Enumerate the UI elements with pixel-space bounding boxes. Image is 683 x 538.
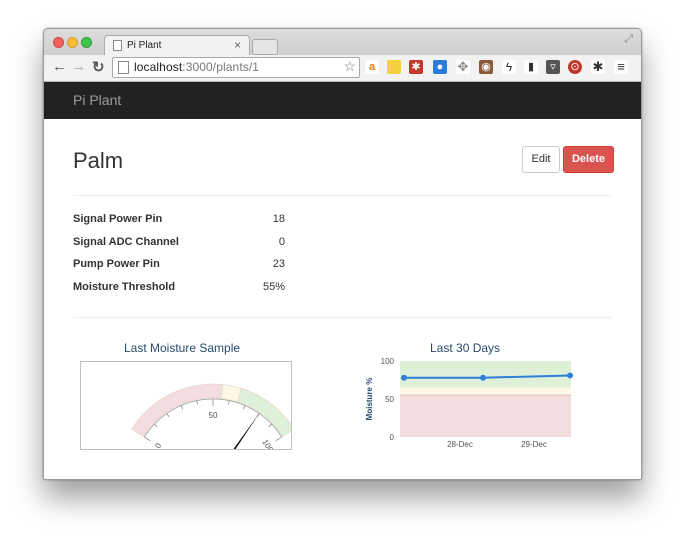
browser-tab[interactable]: Pi Plant ×	[104, 35, 250, 56]
page-icon	[118, 61, 129, 74]
url-text: localhost:3000/plants/1	[134, 60, 259, 74]
gauge-needle	[211, 411, 261, 479]
profile-extension-icon[interactable]: ●	[433, 60, 447, 74]
gauge-tick	[275, 436, 282, 442]
bolt-extension-icon[interactable]: ϟ	[502, 60, 516, 74]
y-tick-label: 100	[381, 357, 395, 366]
x-tick-label: 28-Dec	[447, 440, 473, 449]
minimize-window-button[interactable]	[67, 37, 78, 48]
browser-window: Pi Plant × ⤢ ← → ↻ localhost:3000/plants…	[43, 28, 642, 480]
field-label: Signal ADC Channel	[73, 236, 179, 248]
asterisk-extension-icon[interactable]: ✱	[409, 60, 423, 74]
field-label: Signal Power Pin	[73, 213, 163, 225]
delete-button[interactable]: Delete	[563, 146, 614, 173]
page-icon	[113, 40, 122, 51]
gauge-band	[237, 388, 295, 437]
gauge-svg: 0 50 100	[131, 383, 295, 479]
address-bar[interactable]: localhost:3000/plants/1 ☆	[112, 57, 360, 78]
data-point	[480, 374, 486, 381]
y-tick-label: 0	[390, 433, 395, 442]
fullscreen-icon[interactable]: ⤢	[624, 33, 633, 46]
field-label: Moisture Threshold	[73, 281, 176, 293]
data-point	[567, 372, 573, 379]
chart-band	[400, 361, 571, 388]
gauge-tick	[242, 405, 246, 410]
stop-extension-icon[interactable]: ⊙	[568, 60, 582, 74]
gauge-label: 0	[153, 441, 163, 449]
edit-button[interactable]: Edit	[522, 146, 560, 173]
field-row: Pump Power Pin 23	[73, 258, 285, 274]
page-title: Palm	[73, 148, 124, 173]
chart-band	[400, 395, 571, 437]
zoom-window-button[interactable]	[81, 37, 92, 48]
gauge-label: 50	[209, 411, 218, 420]
url-path: :3000/plants/1	[182, 60, 260, 74]
app-navbar: Pi Plant	[44, 82, 641, 119]
settings-gear-icon[interactable]: ✱	[591, 60, 605, 74]
amazon-extension-icon[interactable]: a	[365, 60, 379, 74]
gauge-tick	[180, 405, 184, 410]
data-point	[401, 374, 407, 381]
gauge-tick	[228, 400, 230, 405]
gauge-tick	[196, 400, 198, 405]
field-row: Moisture Threshold 55%	[73, 281, 285, 297]
main-content: Palm Edit Delete Signal Power Pin 18 Sig…	[44, 119, 641, 479]
y-tick-label: 50	[385, 395, 394, 404]
tab-bar: Pi Plant × ⤢	[44, 29, 641, 56]
move-extension-icon[interactable]: ✥	[456, 60, 470, 74]
menu-icon[interactable]: ≡	[614, 60, 628, 74]
gauge-label: 100	[260, 438, 275, 449]
field-row: Signal Power Pin 18	[73, 213, 285, 229]
moisture-gauge: 0 50 100	[80, 361, 295, 479]
navbar-brand[interactable]: Pi Plant	[73, 92, 121, 108]
moisture-chart: 100 50 0 Moisture % 28-Dec 29-Dec	[365, 357, 573, 449]
pocket-extension-icon[interactable]: ▿	[546, 60, 560, 74]
x-tick-label: 29-Dec	[521, 440, 547, 449]
field-value: 55%	[262, 281, 285, 293]
gauge-tick	[166, 413, 170, 417]
gauge-title: Last Moisture Sample	[124, 341, 241, 355]
camera-extension-icon[interactable]: ◉	[479, 60, 493, 74]
close-tab-icon[interactable]: ×	[234, 38, 241, 52]
field-value: 0	[278, 236, 285, 248]
chart-title: Last 30 Days	[430, 341, 501, 355]
forward-icon[interactable]: →	[71, 58, 86, 75]
field-value: 23	[272, 258, 285, 270]
field-row: Signal ADC Channel 0	[73, 236, 285, 252]
lock-extension-icon[interactable]: ▮	[524, 60, 538, 74]
browser-toolbar: ← → ↻ localhost:3000/plants/1 ☆ a ✱ ● ✥ …	[44, 55, 641, 82]
gauge-tick	[268, 423, 272, 428]
notes-extension-icon[interactable]	[387, 60, 401, 74]
reload-icon[interactable]: ↻	[92, 58, 105, 76]
field-value: 18	[272, 213, 285, 225]
divider	[73, 195, 612, 196]
back-icon[interactable]: ←	[52, 58, 67, 75]
gauge-tick	[144, 436, 151, 442]
divider	[73, 317, 612, 318]
bookmark-star-icon[interactable]: ☆	[343, 58, 356, 75]
close-window-button[interactable]	[53, 37, 64, 48]
field-label: Pump Power Pin	[73, 258, 160, 270]
y-axis-label: Moisture %	[365, 378, 374, 421]
gauge-tick	[154, 423, 158, 428]
tab-title: Pi Plant	[127, 40, 162, 51]
chart-band	[400, 387, 571, 396]
url-host: localhost	[134, 60, 183, 74]
new-tab-button[interactable]	[252, 39, 278, 55]
